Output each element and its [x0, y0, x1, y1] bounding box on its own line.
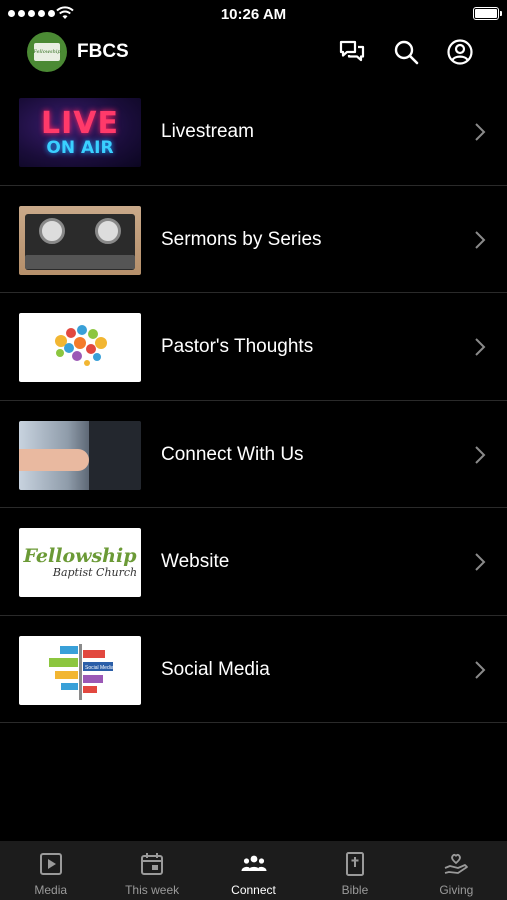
search-icon[interactable]: [392, 38, 420, 66]
menu-item-social-media[interactable]: Social Media Social Media: [0, 616, 507, 723]
tab-media[interactable]: Media: [0, 841, 101, 900]
fellowship-logo-text: Fellowship: [23, 545, 137, 567]
social-media-sign-text: Social Media: [85, 665, 114, 671]
tab-this-week[interactable]: This week: [101, 841, 202, 900]
chevron-right-icon: [475, 660, 486, 679]
menu-item-label: Sermons by Series: [161, 228, 322, 250]
tab-label: Connect: [231, 883, 276, 897]
menu-item-website[interactable]: Fellowship Baptist Church Website: [0, 508, 507, 616]
status-bar: 10:26 AM: [0, 0, 507, 28]
menu-item-connect-with-us[interactable]: Connect With Us: [0, 401, 507, 508]
website-thumbnail: Fellowship Baptist Church: [19, 528, 141, 597]
social-media-thumbnail: Social Media: [19, 635, 141, 705]
tab-bible[interactable]: Bible: [304, 841, 405, 900]
church-logo[interactable]: Fellowship: [27, 32, 67, 72]
bible-icon: [345, 852, 364, 876]
tab-label: This week: [125, 883, 180, 897]
chevron-right-icon: [475, 123, 486, 141]
tab-label: Giving: [439, 883, 474, 897]
menu-item-label: Livestream: [161, 121, 254, 142]
brain-gears-image: [50, 325, 110, 367]
menu-item-label: Pastor's Thoughts: [161, 336, 314, 357]
menu-item-livestream[interactable]: LIVE ON AIR Livestream: [0, 78, 507, 186]
battery-icon: [473, 7, 502, 20]
signpost-image: Social Media: [49, 643, 114, 700]
menu-item-label: Social Media: [161, 658, 270, 680]
tab-giving[interactable]: Giving: [406, 841, 507, 900]
tab-label: Media: [34, 883, 68, 897]
pastors-thoughts-thumbnail: [19, 313, 141, 382]
menu-item-label: Website: [161, 551, 230, 572]
menu-item-pastors-thoughts[interactable]: Pastor's Thoughts: [0, 293, 507, 401]
menu-item-label: Connect With Us: [161, 443, 304, 465]
giving-icon: [444, 853, 469, 874]
menu-list: LIVE ON AIR Livestream Sermons by Series: [0, 78, 507, 723]
sermons-thumbnail: [19, 205, 141, 275]
status-time: 10:26 AM: [220, 6, 287, 23]
menu-item-sermons[interactable]: Sermons by Series: [0, 186, 507, 293]
app-header: Fellowship FBCS: [0, 28, 507, 76]
calendar-icon: [141, 853, 164, 875]
logo-text: Fellowship: [33, 43, 61, 61]
play-icon: [39, 853, 62, 875]
chevron-right-icon: [475, 338, 486, 356]
on-air-sign-text: ON AIR: [46, 137, 114, 158]
connect-thumbnail: [19, 420, 141, 490]
app-title: FBCS: [77, 41, 129, 62]
baptist-church-logo-text: Baptist Church: [52, 566, 138, 579]
account-icon[interactable]: [446, 38, 474, 66]
chevron-right-icon: [475, 230, 486, 249]
tab-connect[interactable]: Connect: [203, 841, 304, 900]
chevron-right-icon: [475, 553, 486, 571]
livestream-thumbnail: LIVE ON AIR: [19, 98, 141, 167]
live-sign-text: LIVE: [41, 105, 119, 141]
chat-icon[interactable]: [338, 38, 366, 66]
people-icon: [241, 855, 267, 871]
chevron-right-icon: [475, 445, 486, 464]
bottom-tab-bar: Media This week Connect Bible Giving: [0, 841, 507, 900]
tab-label: Bible: [341, 883, 369, 897]
